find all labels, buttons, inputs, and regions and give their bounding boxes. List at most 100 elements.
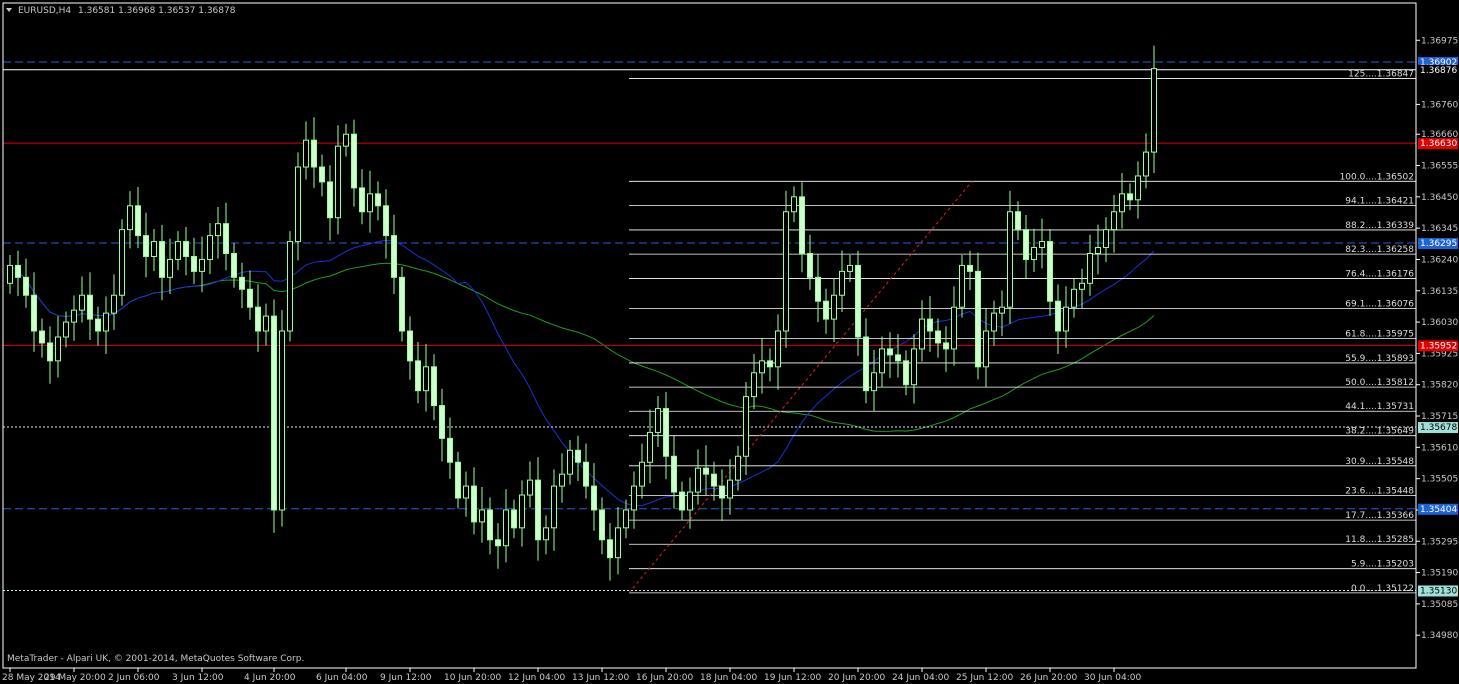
candle-bull	[287, 241, 293, 332]
candle-bull	[879, 348, 885, 374]
candle-bull	[1039, 241, 1045, 249]
price-tag-label: 1.36876	[1420, 66, 1457, 76]
candle-bear	[23, 276, 29, 296]
candle-bear	[671, 455, 677, 493]
price-tag-label: 1.35952	[1420, 341, 1457, 351]
fib-level-label: 88.2....1.36339	[1345, 221, 1414, 231]
candle-bull	[1071, 288, 1077, 308]
candle-bull	[111, 294, 117, 314]
candle-bear	[319, 166, 325, 183]
candle-bull	[527, 479, 533, 496]
candle-bull	[623, 509, 629, 529]
fib-level-label: 69.1....1.36076	[1345, 299, 1414, 309]
chart-window[interactable]: 125....1.36847 100.0....1.36502 94.1....1.…	[0, 0, 1459, 684]
price-chart[interactable]: 125....1.36847 100.0....1.36502 94.1....1.…	[0, 0, 1459, 684]
fib-level-label: 0.0....1.35122	[1351, 584, 1414, 594]
y-tick-label: 1.36345	[1421, 224, 1458, 234]
candle-bear	[15, 264, 21, 278]
candle-bull	[103, 312, 109, 332]
candle-bear	[487, 509, 493, 541]
y-tick-label: 1.35505	[1421, 475, 1458, 485]
candle-bull	[1007, 211, 1013, 308]
candle-bull	[175, 241, 181, 260]
candle-bull	[367, 193, 373, 213]
candle-bear	[447, 437, 453, 463]
x-tick-label: 4 Jun 20:00	[244, 673, 296, 683]
candle-bull	[791, 196, 797, 213]
candle-bull	[919, 318, 925, 350]
candle-bear	[159, 241, 165, 278]
candle-bear	[327, 181, 333, 219]
candle-bull	[783, 211, 789, 332]
candle-bear	[591, 485, 597, 511]
x-tick-label: 9 Jun 12:00	[380, 673, 432, 683]
candle-bull	[775, 330, 781, 368]
x-tick-label: 18 Jun 04:00	[700, 673, 757, 683]
candle-bull	[1143, 151, 1149, 177]
candle-bull	[839, 270, 845, 296]
candle-bull	[543, 527, 549, 541]
candle-bear	[535, 479, 541, 541]
ohlc-readout: 1.36581 1.36968 1.36537 1.36878	[78, 6, 236, 16]
candle-bull	[983, 330, 989, 368]
candle-bull	[503, 509, 509, 547]
candle-bear	[311, 139, 317, 168]
fib-level-label: 100.0....1.36502	[1340, 172, 1414, 182]
candle-bear	[455, 461, 461, 499]
y-tick-label: 1.35295	[1421, 537, 1458, 547]
candle-bear	[863, 336, 869, 392]
y-tick-label: 1.36760	[1421, 100, 1458, 110]
candle-bull	[1087, 252, 1093, 284]
candle-bear	[975, 270, 981, 368]
candle-bear	[351, 133, 357, 189]
y-tick-label: 1.36555	[1421, 162, 1458, 172]
candle-bear	[183, 241, 189, 257]
candle-bear	[935, 330, 941, 344]
candle-bull	[303, 139, 309, 168]
candle-bear	[711, 473, 717, 487]
fib-level-label: 11.8....1.35285	[1345, 535, 1414, 545]
candle-bull	[647, 431, 653, 463]
candle-bear	[191, 255, 197, 272]
candle-bear	[1047, 241, 1053, 302]
candle-bear	[39, 330, 45, 344]
y-tick-label: 1.35610	[1421, 443, 1458, 453]
price-tag-label: 1.35404	[1420, 505, 1457, 515]
candle-bull	[1135, 175, 1141, 201]
candle-bear	[679, 491, 685, 511]
y-tick-label: 1.36030	[1421, 318, 1458, 328]
candle-bear	[599, 509, 605, 541]
candle-bull	[263, 315, 269, 332]
price-tag-label: 1.36295	[1420, 239, 1457, 249]
candle-bull	[1095, 247, 1101, 254]
candle-bull	[1031, 247, 1037, 260]
candle-bear	[431, 366, 437, 407]
candle-bear	[1015, 211, 1021, 231]
x-tick-label: 20 Jun 20:00	[828, 673, 885, 683]
candle-bear	[359, 187, 365, 213]
y-tick-label: 1.35715	[1421, 412, 1458, 422]
candle-bear	[495, 539, 501, 547]
candle-bear	[511, 509, 517, 529]
y-tick-label: 1.34980	[1421, 631, 1458, 641]
x-tick-label: 13 Jun 12:00	[572, 673, 629, 683]
fib-level-label: 82.3....1.36258	[1345, 245, 1414, 255]
candle-bear	[391, 235, 397, 278]
candle-bear	[399, 276, 405, 332]
candle-bear	[1023, 229, 1029, 260]
y-tick-label: 1.35820	[1421, 381, 1458, 391]
y-tick-label: 1.36975	[1421, 36, 1458, 46]
candle-bear	[607, 539, 613, 559]
candle-bull	[199, 258, 205, 272]
chart-background	[0, 0, 1459, 684]
x-tick-label: 26 Jun 20:00	[1020, 673, 1077, 683]
candle-bear	[799, 196, 805, 254]
candle-bear	[231, 252, 237, 278]
y-tick-label: 1.35085	[1421, 600, 1458, 610]
candle-bear	[1127, 193, 1133, 201]
x-tick-label: 6 Jun 04:00	[316, 673, 368, 683]
candle-bull	[959, 264, 965, 308]
candle-bull	[727, 479, 733, 499]
fib-level-label: 17.7....1.35366	[1345, 511, 1414, 521]
candle-bull	[1063, 306, 1069, 332]
